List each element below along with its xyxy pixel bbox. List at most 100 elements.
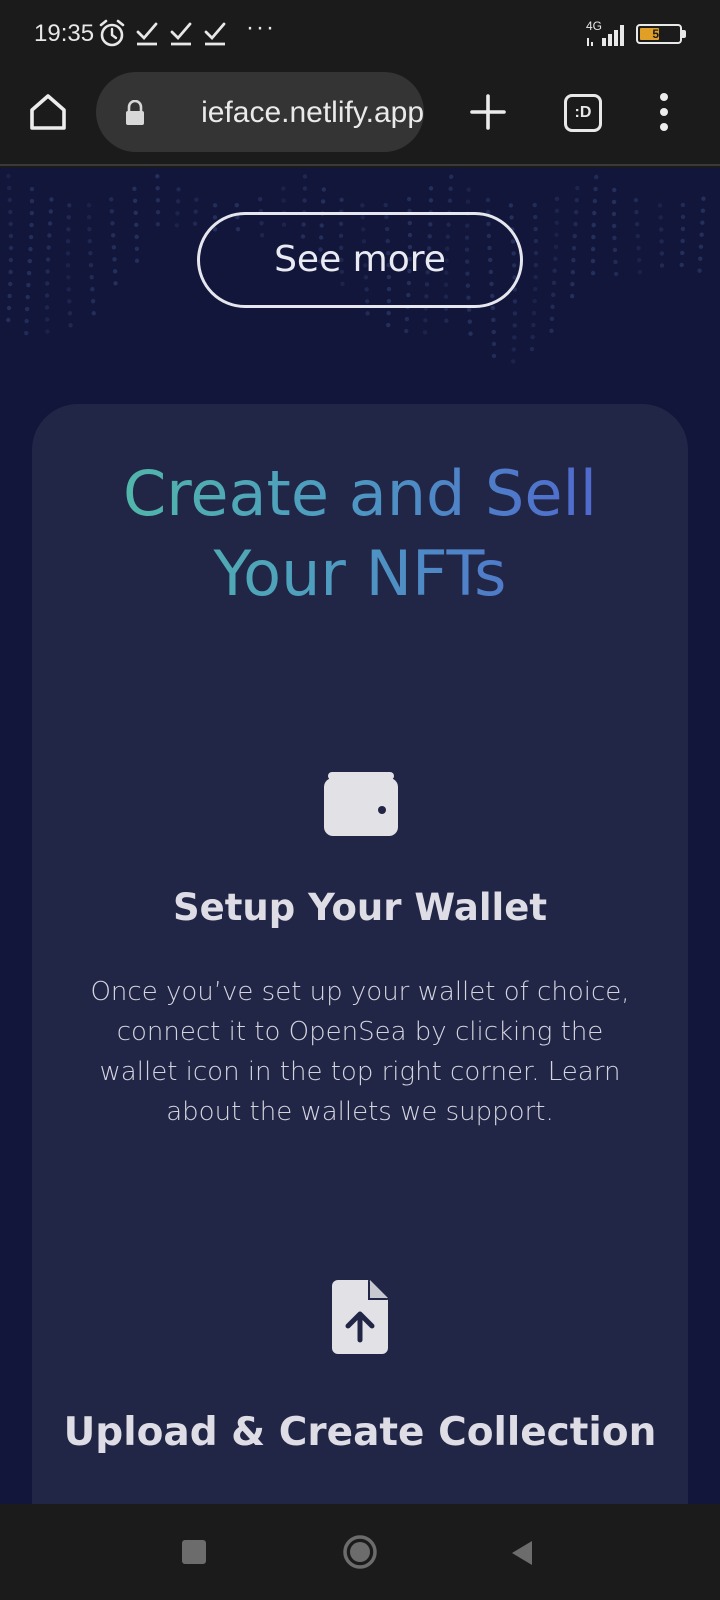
background-dot — [8, 233, 14, 239]
background-dot — [634, 221, 640, 227]
background-dot — [512, 335, 517, 340]
background-dot — [48, 209, 54, 214]
background-dot — [637, 257, 642, 263]
background-dot — [192, 221, 198, 226]
background-dot — [612, 247, 618, 253]
step-title-setup-wallet: Setup Your Wallet — [172, 886, 548, 929]
url-value: ieface.netlify.app — [201, 96, 424, 129]
section-title-line2: Your NFTs — [213, 537, 507, 610]
background-dot — [155, 174, 160, 179]
background-dot — [490, 305, 496, 311]
background-dot — [511, 347, 517, 352]
file-upload-icon — [332, 1280, 388, 1354]
background-dot — [532, 298, 537, 304]
background-dot — [592, 210, 597, 216]
recents-square-icon[interactable] — [182, 1540, 206, 1564]
background-dot — [25, 294, 30, 300]
more-vert-icon[interactable] — [652, 90, 676, 134]
background-dot — [386, 322, 391, 328]
background-dot — [24, 330, 29, 336]
background-dot — [212, 203, 218, 208]
background-dot — [510, 359, 516, 364]
background-dot — [7, 281, 13, 287]
background-dot — [134, 234, 139, 240]
background-dot — [700, 220, 705, 225]
section-title: Create and Sell Your NFTs — [32, 454, 688, 614]
background-dot — [423, 318, 428, 323]
background-dot — [575, 185, 580, 191]
background-dot — [66, 275, 71, 280]
background-dot — [46, 245, 51, 250]
background-dot — [155, 210, 161, 215]
background-dot — [466, 187, 471, 192]
background-dot — [570, 281, 575, 287]
background-dot — [7, 197, 12, 203]
background-dot — [108, 197, 114, 202]
background-dot — [570, 269, 576, 275]
background-dot — [593, 186, 598, 192]
background-dot — [45, 257, 51, 262]
background-dot — [44, 293, 50, 298]
web-page: See more Create and Sell Your NFTs Setup… — [0, 168, 720, 1504]
background-dot — [422, 330, 428, 335]
new-tab-plus-icon[interactable] — [466, 90, 510, 134]
battery-icon: 51 — [636, 24, 682, 44]
address-bar[interactable]: ieface.netlify.app — [96, 72, 424, 152]
background-dot — [512, 323, 517, 328]
background-dot — [529, 346, 535, 352]
background-dot — [29, 210, 35, 216]
background-dot — [360, 203, 365, 208]
background-dot — [485, 197, 491, 203]
background-dot — [234, 202, 239, 208]
back-triangle-icon[interactable] — [508, 1538, 536, 1568]
background-dot — [68, 323, 73, 328]
signal-icon — [587, 25, 624, 46]
background-dot — [530, 334, 535, 340]
background-dot — [132, 198, 138, 204]
background-dot — [45, 281, 50, 286]
background-dot — [465, 199, 471, 204]
background-dot — [591, 222, 596, 228]
background-dot — [533, 214, 538, 220]
background-dot — [659, 239, 664, 244]
background-dot — [134, 258, 140, 264]
background-dot — [406, 196, 412, 202]
background-dot — [26, 270, 32, 276]
background-dot — [44, 305, 50, 310]
background-dot — [89, 275, 94, 280]
home-circle-icon[interactable] — [342, 1534, 378, 1570]
system-nav-bar — [0, 1504, 720, 1600]
url-text[interactable]: ieface.netlify.app — [162, 96, 424, 132]
background-dot — [86, 203, 92, 208]
background-dot — [658, 227, 664, 232]
background-dot — [28, 246, 33, 252]
background-dot — [590, 258, 596, 264]
background-dot — [24, 306, 30, 312]
background-dot — [573, 209, 579, 215]
background-dot — [8, 269, 13, 275]
background-dot — [155, 198, 161, 203]
section-title-line1: Create and Sell — [122, 457, 598, 530]
home-icon[interactable] — [26, 90, 70, 134]
background-dot — [508, 203, 514, 208]
background-dot — [29, 198, 35, 204]
background-dot — [109, 209, 114, 214]
background-dot — [680, 250, 685, 256]
background-dot — [533, 238, 539, 244]
wallet-icon — [324, 772, 398, 836]
background-dot — [65, 251, 71, 256]
background-dot — [680, 238, 685, 244]
background-dot — [404, 328, 409, 334]
background-dot — [491, 341, 497, 347]
background-dot — [634, 209, 639, 215]
background-dot — [569, 293, 575, 299]
background-dot — [49, 197, 54, 202]
background-dot — [613, 259, 618, 265]
tab-switcher-button[interactable]: :D — [564, 94, 602, 132]
background-dot — [611, 211, 617, 217]
background-dot — [44, 317, 50, 322]
background-dot — [611, 223, 617, 229]
background-dot — [155, 222, 161, 227]
background-dot — [448, 174, 454, 179]
see-more-button[interactable]: See more — [197, 212, 523, 308]
